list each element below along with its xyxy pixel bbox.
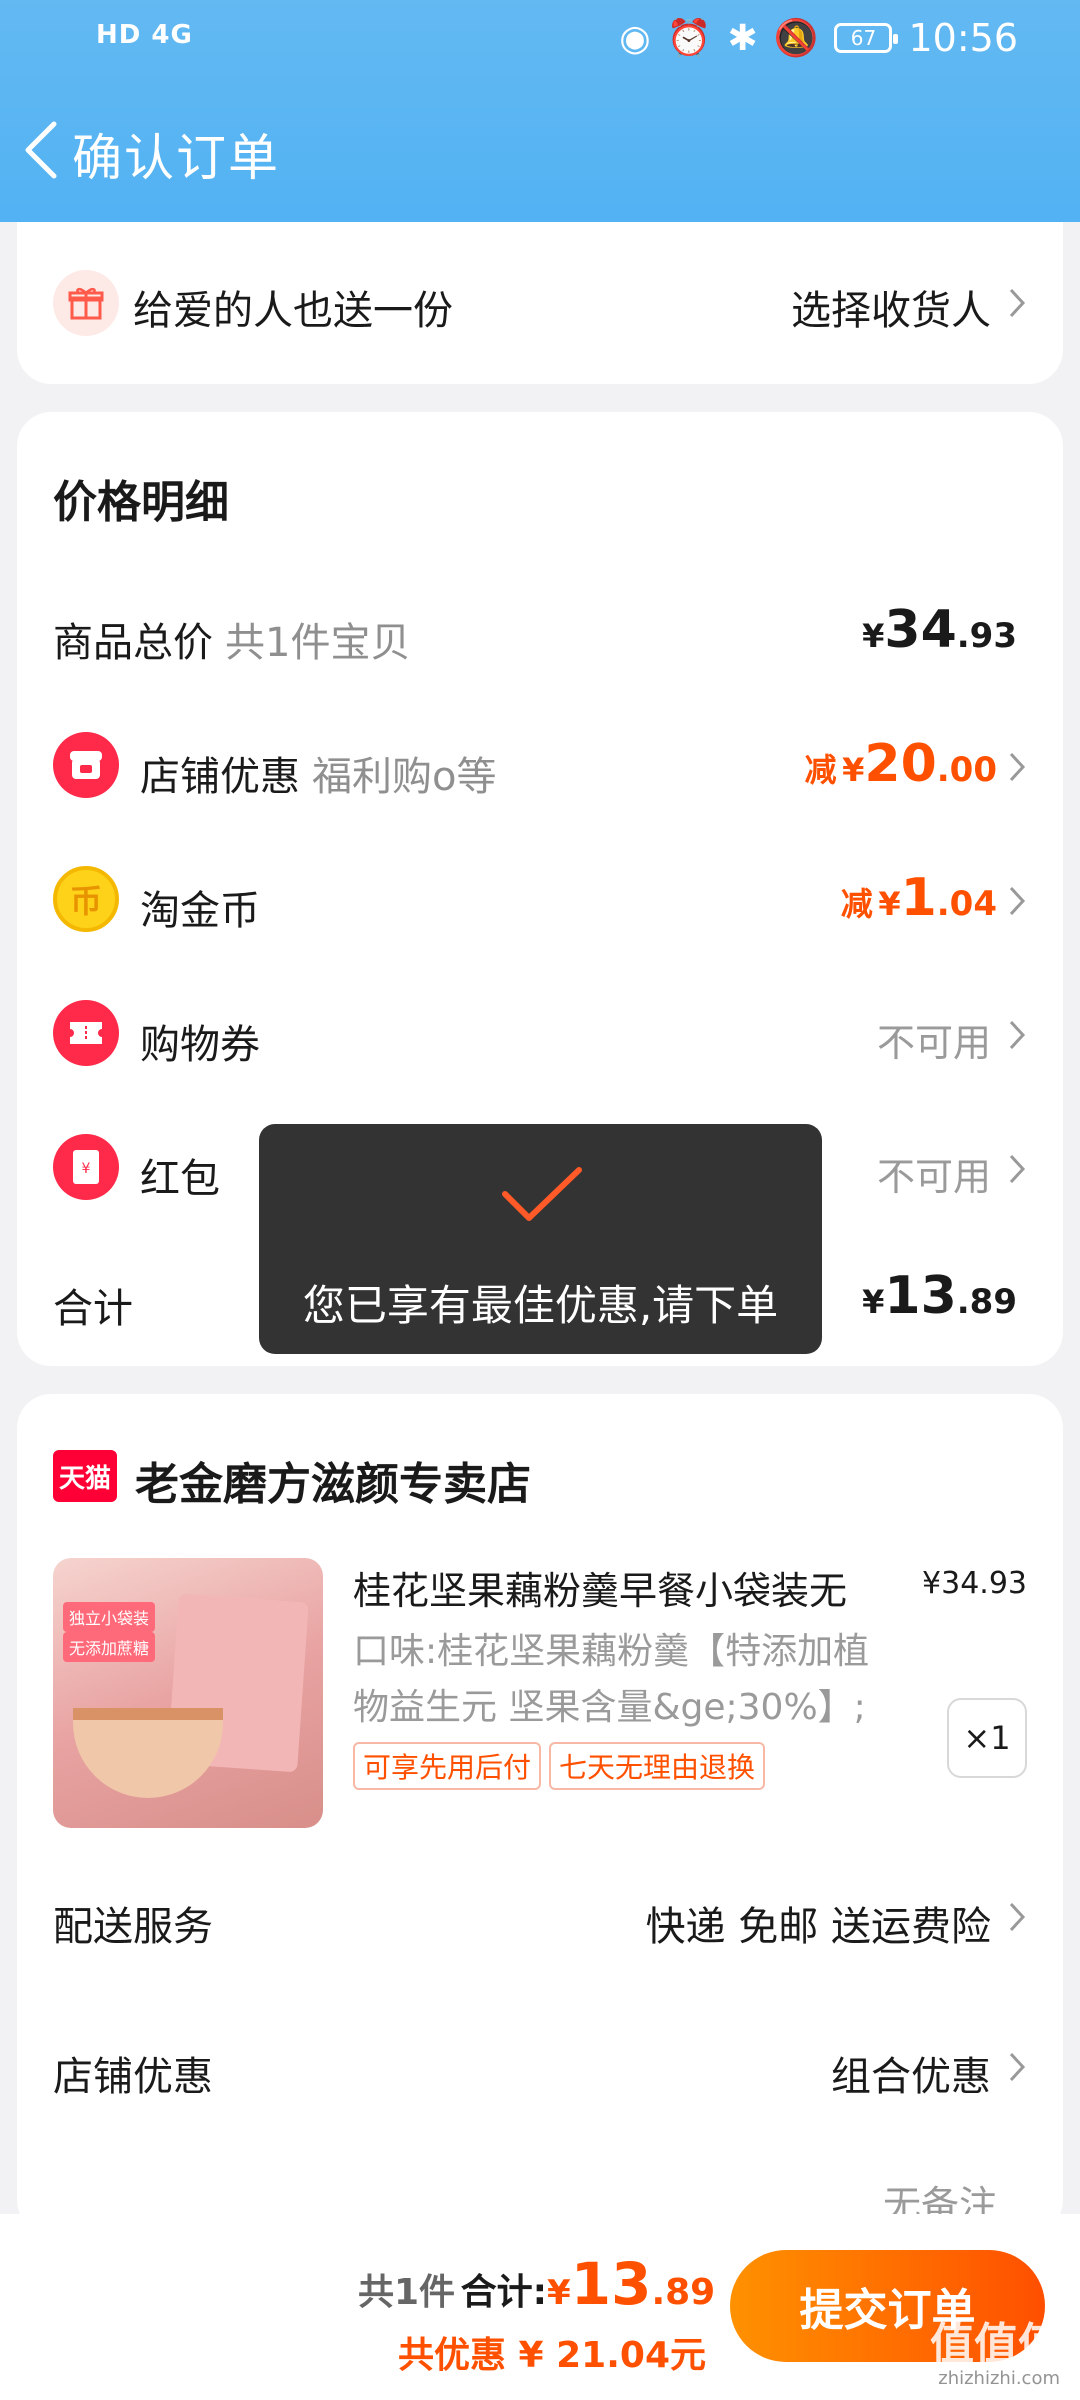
shop-icon xyxy=(53,732,119,798)
watermark-url: zhizhizhi.com xyxy=(938,2368,1060,2389)
product-spec-line2: 物益生元 坚果含量&ge;30%】; xyxy=(353,1687,866,1728)
select-recipient-link[interactable]: 选择收货人 xyxy=(791,278,991,336)
shop-discount-sub: 福利购o等 xyxy=(312,754,497,800)
price-detail-title: 价格明细 xyxy=(53,477,229,528)
shop-discount-amount: 减 ¥20.00 xyxy=(804,734,997,794)
shop-name[interactable]: 老金磨方滋颜专卖店 xyxy=(135,1448,531,1512)
back-arrow-icon[interactable] xyxy=(22,120,62,180)
shop-promo-row[interactable]: 店铺优惠 组合优惠 xyxy=(17,2016,1063,2116)
toast-message: 您已享有最佳优惠,请下单 xyxy=(302,1281,779,1330)
shop-discount-row[interactable]: 店铺优惠 福利购o等 减 ¥20.00 xyxy=(17,716,1063,816)
mute-icon: 🔕 xyxy=(773,18,819,59)
chevron-right-icon xyxy=(1009,1020,1026,1050)
bottom-summary: 共1件 合计:¥13.89 xyxy=(358,2250,716,2318)
chevron-right-icon xyxy=(1009,288,1026,318)
alarm-icon: ⏰ xyxy=(666,18,712,59)
total-label: 合计 xyxy=(53,1286,133,1332)
clock: 10:56 xyxy=(908,16,1018,60)
delivery-label: 配送服务 xyxy=(53,1904,213,1950)
bottom-bar: 共1件 合计:¥13.89 共优惠 ¥ 21.04元 提交订单 xyxy=(0,2214,1080,2400)
goods-count: 共1件宝贝 xyxy=(225,620,411,666)
product-tags: 可享先用后付 七天无理由退换 xyxy=(353,1742,773,1790)
chevron-right-icon xyxy=(1009,2052,1026,2082)
gold-coin-icon: 币 xyxy=(53,866,119,932)
delivery-value: 快递 免邮 送运费险 xyxy=(645,1904,991,1950)
redpacket-value: 不可用 xyxy=(876,1155,991,1199)
gift-icon xyxy=(53,270,119,336)
return-tag: 七天无理由退换 xyxy=(549,1742,766,1790)
network-indicator: HD 4G xyxy=(96,20,193,50)
goods-total-row: 商品总价 共1件宝贝 ¥34.93 xyxy=(17,582,1063,682)
voucher-row[interactable]: 购物券 不可用 xyxy=(17,984,1063,1084)
product-badge-2: 无添加蔗糖 xyxy=(63,1632,156,1662)
product-title[interactable]: 桂花坚果藕粉羹早餐小袋装无 xyxy=(353,1560,913,1615)
gift-card[interactable]: 给爱的人也送一份 选择收货人 xyxy=(17,222,1063,384)
checkmark-icon xyxy=(502,1167,582,1221)
eye-icon: ◉ xyxy=(619,17,651,59)
coins-amount: 减 ¥1.04 xyxy=(840,868,997,928)
battery-icon: 67 xyxy=(834,23,899,53)
top-bar: HD 4G ◉ ⏰ ✱ 🔕 67 10:56 确认订单 xyxy=(0,0,1080,222)
toast: 您已享有最佳优惠,请下单 xyxy=(259,1124,822,1354)
product-price: ¥34.93 xyxy=(922,1566,1027,1601)
bottom-total-int: 13 xyxy=(570,2250,652,2318)
chevron-right-icon xyxy=(1009,1154,1026,1184)
svg-text:¥: ¥ xyxy=(82,1161,91,1177)
goods-total-price: ¥34.93 xyxy=(862,600,1017,660)
quantity-stepper[interactable]: ×1 xyxy=(947,1698,1027,1778)
saved-amount: 共优惠 ¥ 21.04元 xyxy=(398,2335,706,2376)
total-label: 合计: xyxy=(460,2272,548,2313)
total-price: ¥13.89 xyxy=(862,1266,1017,1326)
chevron-right-icon xyxy=(1009,752,1026,782)
delivery-row[interactable]: 配送服务 快递 免邮 送运费险 xyxy=(17,1866,1063,1966)
bluetooth-icon: ✱ xyxy=(727,17,758,59)
voucher-icon xyxy=(53,1000,119,1066)
header: 确认订单 xyxy=(0,100,1080,200)
watermark: 值值值 xyxy=(930,2319,1062,2370)
product-image[interactable]: 独立小袋装 无添加蔗糖 xyxy=(53,1558,323,1828)
goods-total-label: 商品总价 xyxy=(53,620,213,666)
shop-promo-value: 组合优惠 xyxy=(831,2054,991,2100)
chevron-right-icon xyxy=(1009,886,1026,916)
coins-label: 淘金币 xyxy=(140,888,260,934)
product-badge-1: 独立小袋装 xyxy=(63,1602,156,1632)
coins-row[interactable]: 币 淘金币 减 ¥1.04 xyxy=(17,850,1063,950)
status-bar: HD 4G ◉ ⏰ ✱ 🔕 67 10:56 xyxy=(0,0,1080,80)
tmall-badge: 天猫 xyxy=(53,1450,117,1502)
shop-promo-label: 店铺优惠 xyxy=(53,2054,213,2100)
product-bowl-graphic xyxy=(73,1708,223,1798)
voucher-label: 购物券 xyxy=(140,1022,260,1068)
shop-discount-label: 店铺优惠 xyxy=(140,754,300,800)
pay-later-tag: 可享先用后付 xyxy=(353,1742,542,1790)
voucher-value: 不可用 xyxy=(876,1021,991,1065)
status-icons: ◉ ⏰ ✱ 🔕 67 10:56 xyxy=(619,16,1018,60)
page-title: 确认订单 xyxy=(72,129,280,187)
redpacket-label: 红包 xyxy=(140,1156,220,1202)
product-spec-line1: 口味:桂花坚果藕粉羹【特添加植 xyxy=(353,1631,870,1672)
chevron-right-icon xyxy=(1009,1902,1026,1932)
red-packet-icon: ¥ xyxy=(53,1134,119,1200)
shop-card: 天猫 老金磨方滋颜专卖店 独立小袋装 无添加蔗糖 桂花坚果藕粉羹早餐小袋装无 ¥… xyxy=(17,1394,1063,2234)
gift-label: 给爱的人也送一份 xyxy=(133,288,453,334)
item-count: 共1件 xyxy=(358,2272,456,2313)
